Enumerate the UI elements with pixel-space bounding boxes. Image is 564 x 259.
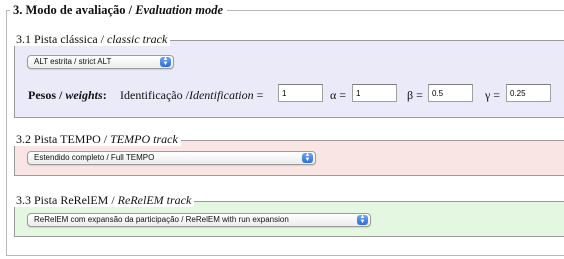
classic-legend-pt: 3.1 Pista clássica / <box>16 32 107 46</box>
classic-track-fieldset <box>14 40 564 118</box>
tempo-track-select[interactable]: Estendido completo / Full TEMPO ▲ ▼ <box>27 151 316 165</box>
rerelem-track-select[interactable]: ReRelEM com expansão da participação / R… <box>27 213 371 227</box>
classic-select-value: ALT estrita / strict ALT <box>34 57 112 66</box>
up-down-arrows-icon: ▲ ▼ <box>302 152 313 163</box>
gamma-label: γ = <box>485 88 501 102</box>
weights-label: Pesos / weights: <box>28 88 107 103</box>
tempo-select-value: Estendido completo / Full TEMPO <box>34 153 155 162</box>
identification-label: Identificação /Identification = <box>120 88 263 103</box>
section-number-label: 3. Modo de avaliação / <box>13 3 136 17</box>
classic-legend-en: classic track <box>106 32 168 46</box>
beta-label: β = <box>407 88 423 102</box>
alpha-weight-input[interactable] <box>352 84 397 102</box>
rerelem-legend-en: ReRelEM track <box>117 193 192 207</box>
rerelem-track-legend: 3.3 Pista ReRelEM / ReRelEM track <box>14 193 195 207</box>
rerelem-select-value: ReRelEM com expansão da participação / R… <box>34 215 289 224</box>
classic-track-select[interactable]: ALT estrita / strict ALT ▲ ▼ <box>27 55 174 69</box>
gamma-weight-input[interactable] <box>506 84 551 102</box>
tempo-legend-pt: 3.2 Pista TEMPO / <box>16 132 111 146</box>
beta-weight-input[interactable] <box>428 84 473 102</box>
identification-label-en: Identification <box>188 88 254 102</box>
tempo-legend-en: TEMPO track <box>110 132 178 146</box>
identification-label-pt: Identificação / <box>120 88 189 102</box>
identification-equals: = <box>253 88 264 102</box>
evaluation-mode-legend: 3. Modo de avaliação / Evaluation mode <box>10 3 228 17</box>
up-down-arrows-icon: ▲ ▼ <box>160 56 171 67</box>
alpha-label: α = <box>330 88 347 102</box>
tempo-track-legend: 3.2 Pista TEMPO / TEMPO track <box>14 132 181 146</box>
weights-colon: : <box>102 88 107 102</box>
classic-track-legend: 3.1 Pista clássica / classic track <box>14 32 171 46</box>
rerelem-legend-pt: 3.3 Pista ReRelEM / <box>16 193 118 207</box>
weights-label-pt: Pesos / <box>28 88 66 102</box>
identification-weight-input[interactable] <box>278 84 323 102</box>
up-down-arrows-icon: ▲ ▼ <box>357 214 368 225</box>
weights-label-en: weights <box>65 88 103 102</box>
section-title-en: Evaluation mode <box>135 3 224 17</box>
